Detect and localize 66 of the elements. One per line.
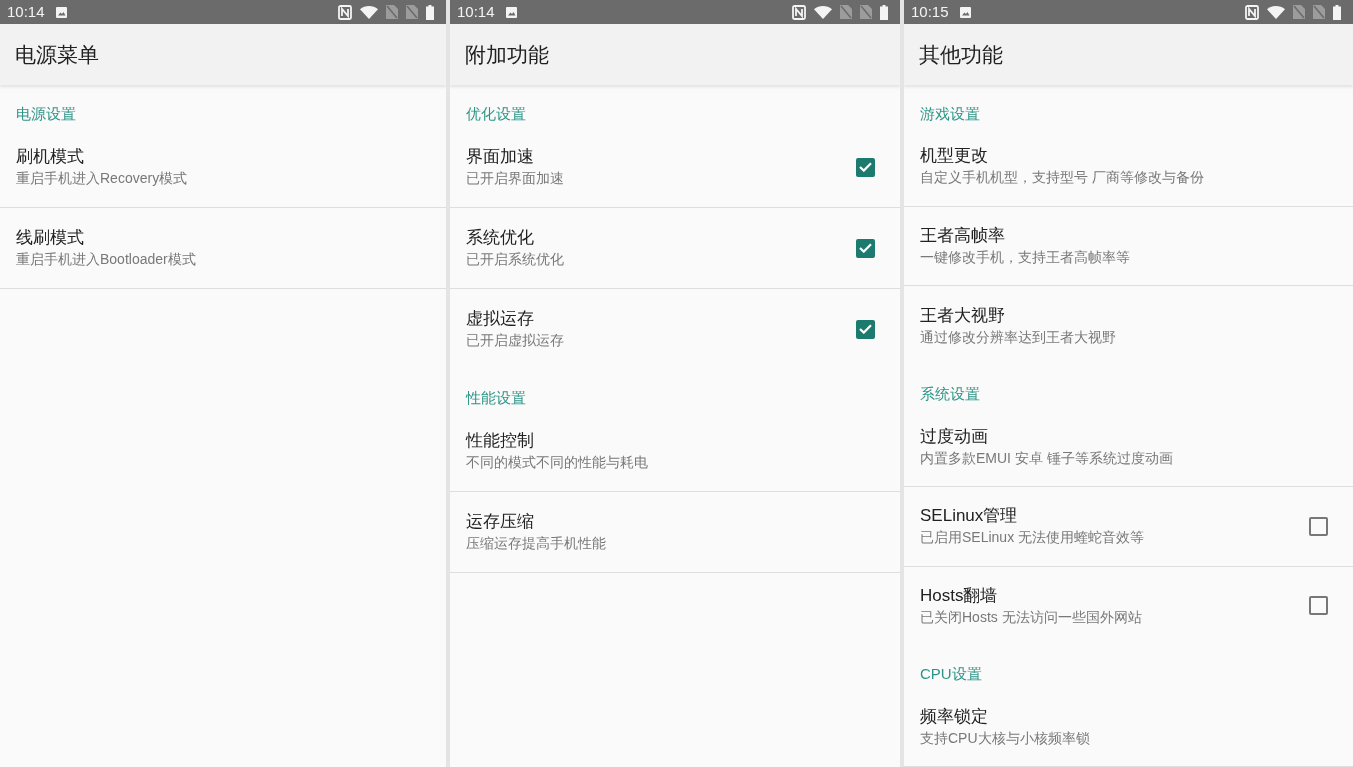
wifi-icon [814,5,832,19]
battery-icon [1333,4,1341,20]
no-sim-icon [860,5,872,19]
check-icon [859,162,872,172]
nfc-icon [338,4,352,20]
app-bar-title: 电源菜单 [15,41,99,68]
app-bar-title: 其他功能 [919,41,1003,68]
section-header: 游戏设置 [919,104,981,124]
item-subtitle: 内置多款EMUI 安卓 锤子等系统过度动画 [920,448,1174,468]
checkbox[interactable] [856,157,875,177]
item-title[interactable]: SELinux管理 [920,505,1309,528]
item-subtitle: 已启用SELinux 无法使用蝰蛇音效等 [920,528,1146,548]
item-title[interactable]: 王者高帧率 [920,225,1328,248]
item-title[interactable]: 线刷模式 [16,227,421,249]
app-bar-title: 附加功能 [465,41,549,68]
status-time: 10:14 [457,3,495,21]
item-subtitle: 重启手机进入Bootloader模式 [16,250,197,269]
checkbox[interactable] [856,238,875,258]
wifi-icon [360,5,378,19]
item-subtitle: 不同的模式不同的性能与耗电 [466,453,649,472]
item-title[interactable]: 性能控制 [466,430,875,452]
image-icon [505,6,517,18]
section-header: 电源设置 [15,104,77,124]
wifi-icon [1267,5,1285,19]
battery-icon [426,4,434,20]
item-subtitle: 一键修改手机，支持王者高帧率等 [920,248,1131,268]
item-title[interactable]: 运存压缩 [466,511,875,533]
item-subtitle: 自定义手机机型，支持型号 厂商等修改与备份 [920,168,1205,188]
no-sim-icon [1313,5,1325,19]
item-subtitle: 已开启系统优化 [466,250,565,269]
section-header: 系统设置 [919,384,981,405]
check-icon [859,243,872,253]
section-header: CPU设置 [919,664,983,685]
checkbox[interactable] [1309,516,1328,536]
no-sim-icon [840,5,852,19]
checkbox[interactable] [856,319,875,339]
no-sim-icon [386,5,398,19]
item-title[interactable]: 过度动画 [920,425,1328,448]
item-title[interactable]: 频率锁定 [920,705,1328,728]
section-header: 性能设置 [464,388,527,408]
item-title[interactable]: 王者大视野 [920,304,1328,327]
image-icon [959,6,971,18]
item-title[interactable]: 机型更改 [920,145,1328,168]
image-icon [55,6,67,18]
item-subtitle: 通过修改分辨率达到王者大视野 [920,327,1117,347]
item-subtitle: 已开启界面加速 [466,169,565,188]
check-icon [859,324,872,334]
checkbox[interactable] [1309,596,1328,616]
item-title[interactable]: 虚拟运存 [466,308,856,330]
item-title[interactable]: 刷机模式 [16,146,421,168]
no-sim-icon [1293,5,1305,19]
nfc-icon [792,4,806,20]
item-title[interactable]: 界面加速 [466,146,856,168]
item-subtitle: 已关闭Hosts 无法访问一些国外网站 [920,607,1143,627]
no-sim-icon [406,5,418,19]
item-subtitle: 重启手机进入Recovery模式 [16,169,189,188]
item-subtitle: 压缩运存提高手机性能 [466,534,607,553]
section-header: 优化设置 [465,104,527,124]
item-subtitle: 支持CPU大核与小核频率锁 [920,728,1091,748]
item-title[interactable]: Hosts翻墙 [920,584,1309,607]
status-time: 10:15 [911,3,949,21]
nfc-icon [1245,4,1259,20]
item-title[interactable]: 系统优化 [466,227,856,249]
item-subtitle: 已开启虚拟运存 [466,331,565,350]
status-time: 10:14 [7,3,45,21]
battery-icon [880,4,888,20]
